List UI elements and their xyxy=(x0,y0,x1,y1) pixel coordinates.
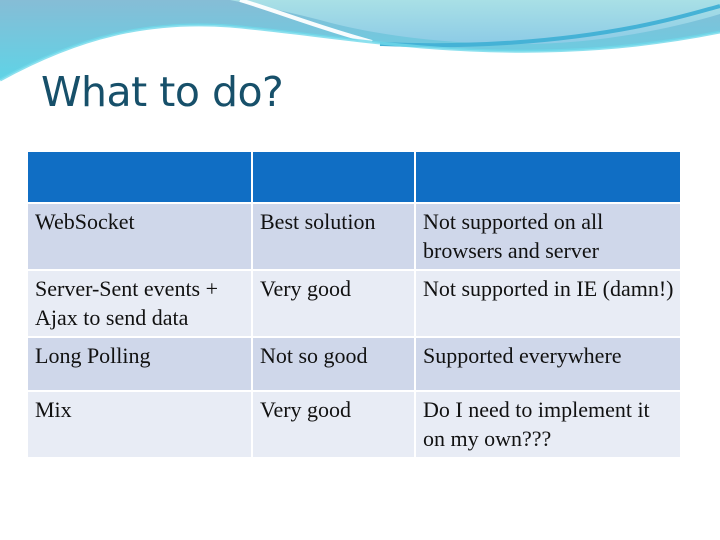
table-header-cell xyxy=(416,152,680,204)
table-header-cell xyxy=(28,152,253,204)
table-row: Long Polling Not so good Supported every… xyxy=(28,338,680,392)
technology-cell: WebSocket xyxy=(28,204,253,271)
support-cell: Supported everywhere xyxy=(416,338,680,392)
technology-cell: Server-Sent events + Ajax to send data xyxy=(28,271,253,338)
support-cell: Do I need to implement it on my own??? xyxy=(416,392,680,457)
table-row: Mix Very good Do I need to implement it … xyxy=(28,392,680,457)
comparison-table: WebSocket Best solution Not supported on… xyxy=(28,152,680,457)
support-cell: Not supported in IE (damn!) xyxy=(416,271,680,338)
table-row: Server-Sent events + Ajax to send data V… xyxy=(28,271,680,338)
support-cell: Not supported on all browsers and server xyxy=(416,204,680,271)
rating-cell: Not so good xyxy=(253,338,416,392)
technology-cell: Mix xyxy=(28,392,253,457)
table-header-cell xyxy=(253,152,416,204)
slide-title: What to do? xyxy=(41,68,284,116)
table-row: WebSocket Best solution Not supported on… xyxy=(28,204,680,271)
rating-cell: Very good xyxy=(253,271,416,338)
table-header-row xyxy=(28,152,680,204)
rating-cell: Very good xyxy=(253,392,416,457)
technology-cell: Long Polling xyxy=(28,338,253,392)
rating-cell: Best solution xyxy=(253,204,416,271)
